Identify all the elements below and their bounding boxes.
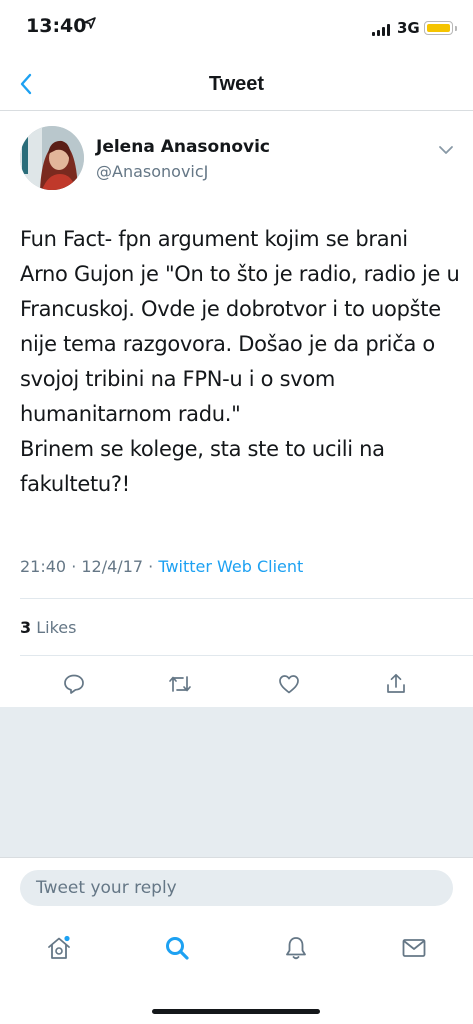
more-options-button[interactable] [434,140,458,160]
status-bar: 13:40 3G [0,0,473,56]
status-time: 13:40 [26,15,87,37]
location-arrow-icon [84,17,96,29]
tab-bar [0,913,473,985]
likes-label: Likes [31,618,77,637]
notifications-icon [286,937,306,960]
like-button[interactable] [275,670,303,698]
replies-area [0,707,473,857]
author-handle[interactable]: @AnasonovicJ [96,162,208,181]
share-icon [387,673,405,693]
home-icon [48,935,70,959]
reply-button[interactable] [60,670,88,698]
messages-icon [402,939,426,957]
signal-icon [372,24,392,36]
page-title: Tweet [208,73,265,95]
battery-icon [424,21,457,35]
divider [20,655,473,656]
share-button[interactable] [382,670,410,698]
nav-bar: Tweet [0,60,473,111]
likes-count: 3 [20,618,32,637]
tweet-text: Fun Fact- fpn argument kojim se brani Ar… [20,227,460,496]
tab-search[interactable] [160,931,194,965]
tweet-actions [0,664,473,704]
tab-notifications[interactable] [279,931,313,965]
tweet-client-link[interactable]: Twitter Web Client [158,557,303,576]
tab-home[interactable] [42,931,76,965]
reply-input[interactable]: Tweet your reply [20,870,453,906]
retweet-button[interactable] [166,670,194,698]
tweet-timestamp: 21:40 · 12/4/17 · [20,557,159,576]
network-type: 3G [397,19,420,37]
divider [20,598,473,599]
home-indicator [152,1009,320,1014]
like-icon [279,675,299,694]
avatar[interactable] [20,126,84,190]
author-name[interactable]: Jelena Anasonovic [96,137,270,157]
retweet-icon [169,676,191,692]
search-icon [166,937,189,960]
reply-bar: Tweet your reply [0,857,473,914]
likes-summary[interactable]: 3 Likes [20,618,76,637]
tweet-meta: 21:40 · 12/4/17 · Twitter Web Client [20,557,303,576]
reply-icon [64,674,84,694]
tab-messages[interactable] [397,931,431,965]
tweet-header: Jelena Anasonovic @AnasonovicJ [20,126,460,196]
chevron-down-icon [439,146,453,154]
